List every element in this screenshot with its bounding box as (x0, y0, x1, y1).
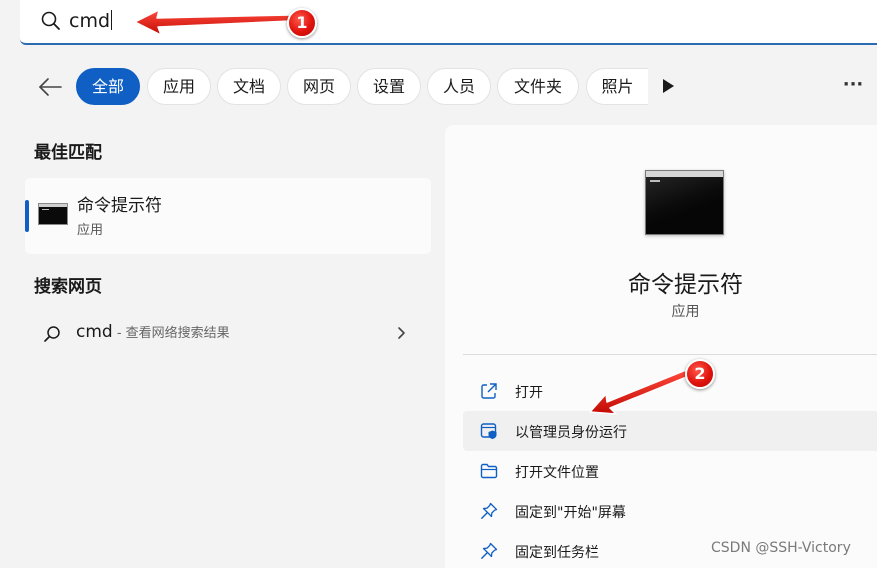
chevron-right-icon[interactable] (395, 325, 407, 341)
web-search-result[interactable]: cmd - 查看网络搜索结果 (25, 312, 431, 354)
shield-admin-icon (480, 423, 497, 439)
action-label: 打开 (515, 385, 543, 401)
pin-icon (481, 542, 498, 559)
selection-indicator (25, 200, 29, 232)
command-prompt-icon (645, 170, 724, 235)
action-open-file-location[interactable]: 打开文件位置 (463, 451, 877, 491)
web-query: cmd (76, 322, 113, 342)
search-icon (41, 11, 60, 30)
best-match-title: 命令提示符 (77, 196, 162, 216)
pin-icon (481, 502, 498, 519)
action-label: 打开文件位置 (515, 465, 599, 481)
annotation-arrow-2 (589, 369, 690, 415)
best-match-card[interactable]: 命令提示符 应用 (25, 178, 431, 254)
filter-bar: 全部 应用 文档 网页 设置 人员 文件夹 照片 ··· (0, 66, 877, 108)
detail-title: 命令提示符 (628, 272, 743, 298)
open-external-icon (481, 383, 497, 399)
more-icon[interactable]: ··· (840, 76, 866, 98)
detail-panel: 命令提示符 应用 打开 以管理员身份运行 打开文件位置 固定到"开始"屏幕 固定… (445, 125, 877, 568)
tab-photos[interactable]: 照片 (586, 68, 648, 105)
annotation-arrow-1 (134, 9, 292, 36)
tab-web[interactable]: 网页 (287, 68, 351, 105)
action-label: 固定到任务栏 (515, 545, 599, 561)
tab-folders[interactable]: 文件夹 (497, 68, 579, 105)
best-match-heading: 最佳匹配 (34, 143, 102, 163)
tab-settings[interactable]: 设置 (357, 68, 421, 105)
tab-all[interactable]: 全部 (76, 68, 140, 105)
tab-apps[interactable]: 应用 (147, 68, 211, 105)
annotation-badge-2: 2 (685, 359, 715, 389)
annotation-badge-1: 1 (287, 8, 317, 38)
web-description: - 查看网络搜索结果 (112, 326, 230, 341)
web-search-heading: 搜索网页 (34, 277, 102, 297)
action-label: 固定到"开始"屏幕 (515, 505, 626, 521)
tab-people[interactable]: 人员 (427, 68, 491, 105)
search-query: cmd (69, 10, 111, 32)
web-search-text: cmd - 查看网络搜索结果 (76, 322, 230, 342)
text-caret (111, 10, 113, 30)
play-icon[interactable] (660, 77, 676, 95)
search-input[interactable]: cmd (69, 9, 113, 33)
action-pin-to-start[interactable]: 固定到"开始"屏幕 (463, 491, 877, 531)
best-match-subtitle: 应用 (77, 223, 104, 238)
divider (463, 354, 877, 355)
back-arrow-icon[interactable] (36, 74, 64, 100)
detail-subtitle: 应用 (671, 304, 700, 320)
watermark: CSDN @SSH-Victory (711, 540, 851, 556)
command-prompt-icon (38, 203, 68, 225)
action-label: 以管理员身份运行 (515, 425, 627, 441)
search-icon (44, 326, 60, 342)
tab-documents[interactable]: 文档 (217, 68, 281, 105)
folder-icon (480, 463, 498, 479)
